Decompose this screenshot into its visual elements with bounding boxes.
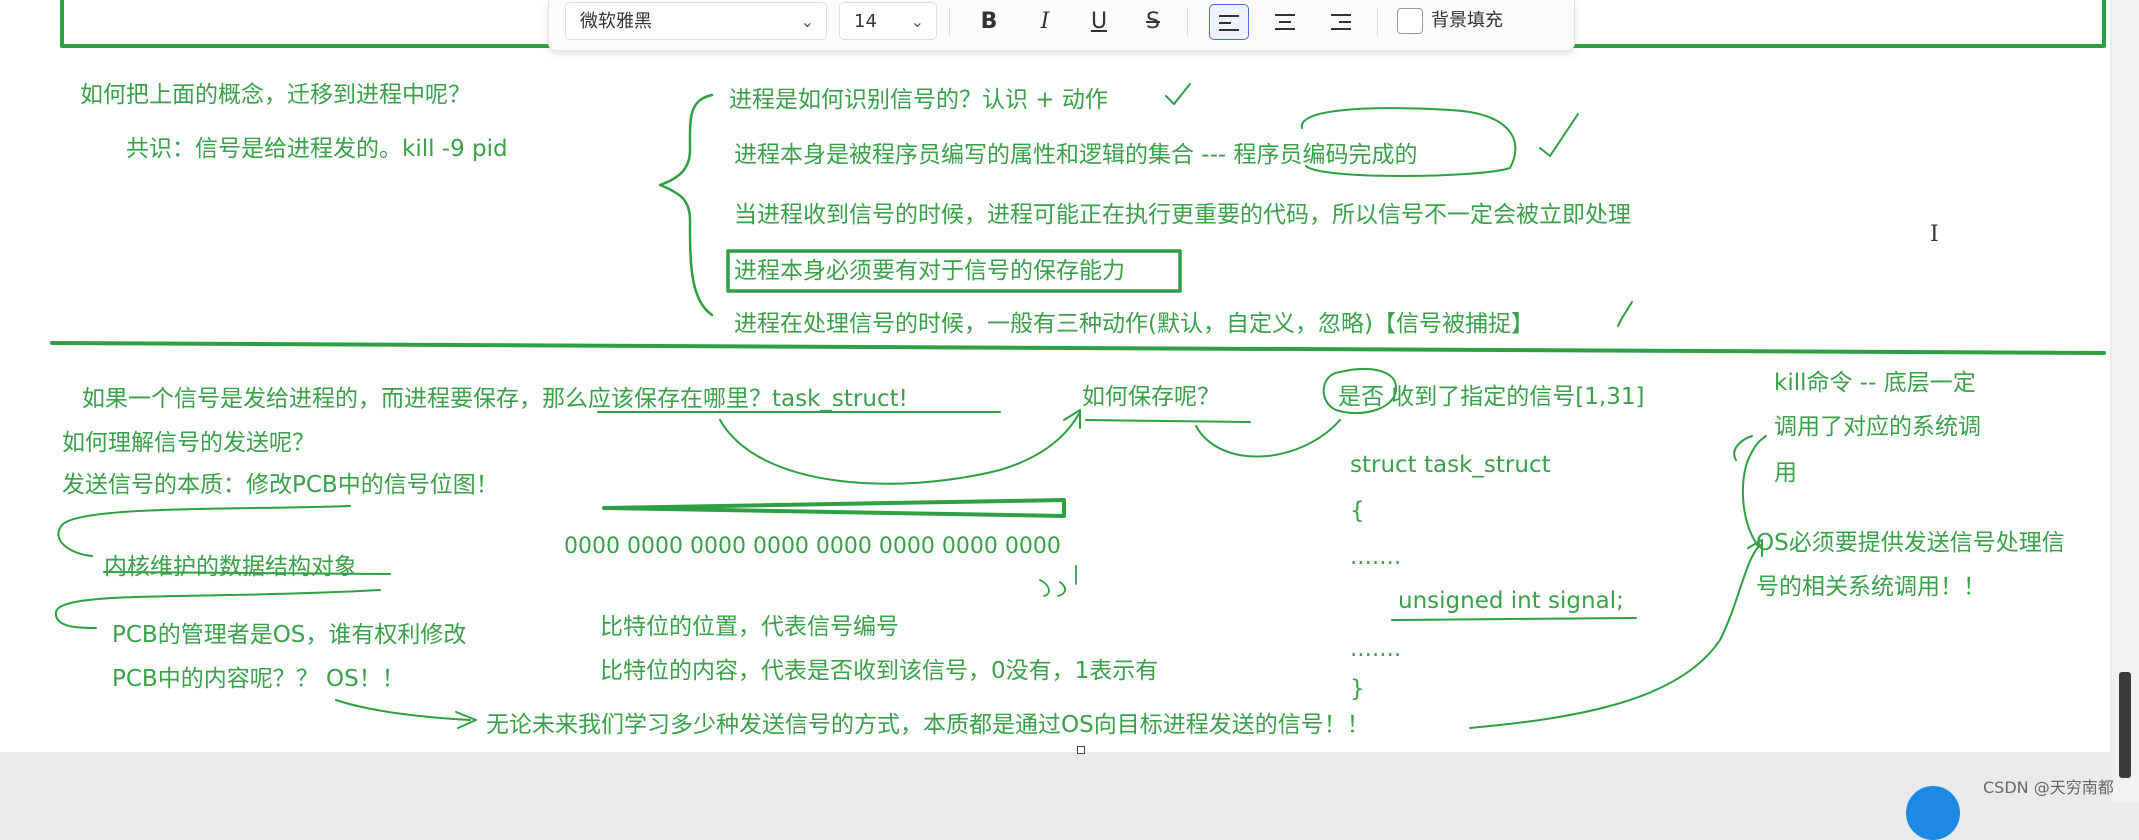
align-right-button[interactable] — [1321, 4, 1361, 40]
received-text: 是否 收到了指定的信号[1,31] — [1338, 384, 1645, 410]
pcb-manager-text: PCB中的内容呢？？ OS！！ — [112, 666, 405, 692]
strikethrough-button[interactable]: S — [1133, 4, 1173, 40]
hollow-arrow — [602, 498, 1066, 518]
send-question: 如何理解信号的发送呢？ — [62, 430, 315, 456]
chevron-down-icon: ⌄ — [800, 12, 814, 31]
background-fill-checkbox[interactable] — [1397, 8, 1423, 34]
consensus-text: 共识：信号是给进程发的。kill -9 pid — [126, 136, 508, 162]
font-family-select[interactable]: 微软雅黑 ⌄ — [565, 2, 827, 40]
check-mark — [1539, 113, 1579, 157]
text-cursor-icon: I — [1930, 222, 1939, 247]
how-save-question: 如何保存呢？ — [1082, 384, 1220, 410]
font-family-value: 微软雅黑 — [580, 11, 652, 32]
font-size-select[interactable]: 14 ⌄ — [839, 2, 937, 40]
whiteboard-canvas[interactable]: 如何把上面的概念，迁移到进程中呢？ 共识：信号是给进程发的。kill -9 pi… — [0, 0, 2110, 754]
conclusion-text: 无论未来我们学习多少种发送信号的方式，本质都是通过OS向目标进程发送的信号！！ — [486, 712, 1370, 738]
section-divider — [50, 341, 2106, 355]
concept-question: 如何把上面的概念，迁移到进程中呢？ — [80, 82, 471, 108]
list-item: 进程本身是被程序员编写的属性和逻辑的集合 --- 程序员编码完成的 — [734, 142, 1418, 168]
bit-content-text: 比特位的内容，代表是否收到该信号，0没有，1表示有 — [600, 658, 1159, 684]
text-format-toolbar: 微软雅黑 ⌄ 14 ⌄ B I U S 背景填充 — [548, 0, 1575, 51]
struct-code: ....... — [1350, 544, 1402, 570]
os-provide-note: 号的相关系统调用！！ — [1756, 574, 1986, 600]
send-essence: 发送信号的本质：修改PCB中的信号位图！ — [62, 472, 499, 498]
arrow-curve — [1195, 419, 1341, 458]
struct-code: } — [1350, 676, 1365, 702]
italic-button[interactable]: I — [1025, 4, 1065, 40]
os-provide-note: OS必须要提供发送信号处理信 — [1756, 530, 2065, 556]
struct-code: struct task_struct — [1350, 452, 1551, 478]
kernel-ds-text: 内核维护的数据结构对象 — [104, 554, 357, 580]
list-item: 当进程收到信号的时候，进程可能正在执行更重要的代码，所以信号不一定会被立即处理 — [734, 202, 1631, 228]
pcb-manager-text: PCB的管理者是OS，谁有权利修改 — [112, 622, 467, 648]
resize-handle[interactable] — [1077, 746, 1085, 754]
toolbar-divider — [949, 8, 950, 36]
arrow-curve — [57, 505, 351, 557]
align-left-button[interactable] — [1209, 4, 1249, 40]
underline — [1391, 617, 1637, 621]
vertical-scrollbar[interactable] — [2112, 0, 2139, 802]
align-right-icon — [1331, 14, 1351, 30]
arrow-curve — [1469, 544, 1761, 729]
struct-code: unsigned int signal; — [1398, 588, 1624, 614]
list-item: 进程在处理信号的时候，一般有三种动作(默认，自定义，忽略)【信号被捕捉】 — [734, 311, 1534, 337]
check-mark — [1165, 83, 1191, 105]
kill-cmd-note: 调用了对应的系统调 — [1774, 414, 1981, 440]
align-left-icon — [1219, 15, 1239, 31]
curly-brace — [658, 93, 714, 317]
list-item-highlighted: 进程本身必须要有对于信号的保存能力 — [734, 258, 1125, 284]
align-center-button[interactable] — [1265, 4, 1305, 40]
struct-code: ....... — [1350, 636, 1402, 662]
scrollbar-thumb[interactable] — [2119, 672, 2131, 778]
bit-position-text: 比特位的位置，代表信号编号 — [600, 614, 899, 640]
check-mark — [1617, 301, 1633, 327]
list-item: 进程是如何识别信号的？认识 + 动作 — [729, 87, 1108, 113]
underline — [1085, 419, 1251, 423]
underline-button[interactable]: U — [1079, 4, 1119, 40]
toolbar-divider — [1187, 8, 1188, 36]
background-fill-label: 背景填充 — [1431, 10, 1503, 31]
arrow-curve — [719, 411, 1081, 485]
where-question: 如果一个信号是发给进程的，而进程要保存，那么应该保存在哪里？task_struc… — [82, 386, 908, 412]
bitmap-text: 0000 0000 0000 0000 0000 0000 0000 0000 — [564, 534, 1061, 559]
kill-cmd-note: kill命令 -- 底层一定 — [1774, 370, 1976, 396]
align-center-icon — [1275, 14, 1295, 30]
arrow-curve — [335, 699, 471, 721]
watermark: CSDN @天穷南都 — [1983, 778, 2114, 797]
bold-button[interactable]: B — [969, 4, 1009, 40]
struct-code: { — [1350, 498, 1365, 524]
font-size-value: 14 — [854, 11, 877, 32]
toolbar-divider — [1377, 8, 1378, 36]
chevron-down-icon: ⌄ — [910, 12, 924, 31]
floating-action-button[interactable] — [1906, 786, 1960, 840]
kill-cmd-note: 用 — [1774, 460, 1797, 486]
